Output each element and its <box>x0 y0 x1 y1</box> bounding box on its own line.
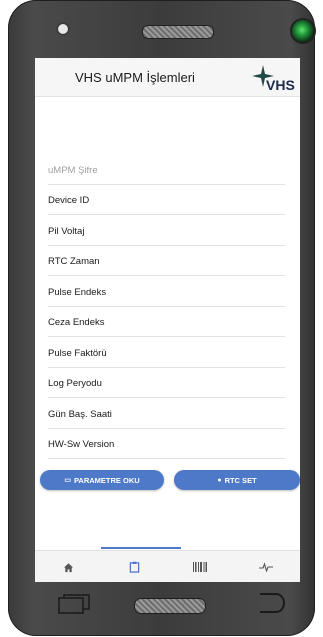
list-item-pil-voltaj: Pil Voltaj <box>48 215 285 246</box>
list-item-label: Log Peryodu <box>48 378 102 389</box>
tab-barcode[interactable] <box>167 551 233 582</box>
recent-apps-icon[interactable] <box>58 594 90 614</box>
rtc-set-button[interactable]: ● RTC SET <box>174 470 300 490</box>
back-icon[interactable] <box>258 592 286 614</box>
home-icon <box>63 562 73 572</box>
list-item-hw-sw-version: HW-Sw Version <box>48 429 285 459</box>
read-parameters-button[interactable]: ▭ PARAMETRE OKU <box>40 470 164 490</box>
parameter-list: uMPM Şifre Device ID Pil Voltaj RTC Zama… <box>48 154 285 459</box>
barcode-icon <box>193 562 207 572</box>
list-item-label: HW-Sw Version <box>48 439 115 450</box>
app-header: VHS uMPM İşlemleri VHS <box>35 58 300 97</box>
sensor-dot <box>58 24 68 34</box>
vhs-logo: VHS <box>252 65 295 93</box>
list-item-rtc-zaman: RTC Zaman <box>48 246 285 276</box>
tab-pulse[interactable] <box>233 551 299 582</box>
list-item-label: Gün Baş. Saati <box>48 408 112 420</box>
active-tab-indicator <box>101 547 181 549</box>
front-camera <box>290 18 316 44</box>
list-item-label: Pil Voltaj <box>48 225 85 237</box>
tab-home[interactable] <box>35 551 101 582</box>
earpiece-speaker <box>142 25 214 39</box>
rtc-set-label: RTC SET <box>224 475 257 485</box>
list-item-gun-bas-saati: Gün Baş. Saati <box>48 398 285 429</box>
list-item-label: Ceza Endeks <box>48 317 105 328</box>
logo-text: VHS <box>266 77 295 93</box>
password-placeholder: uMPM Şifre <box>48 164 98 176</box>
page-title: VHS uMPM İşlemleri <box>75 70 195 85</box>
list-item-label: RTC Zaman <box>48 256 100 267</box>
list-item-pulse-endeks: Pulse Endeks <box>48 276 285 307</box>
clipboard-icon <box>129 561 139 573</box>
book-icon: ▭ <box>64 477 71 484</box>
tab-parameters[interactable] <box>101 551 167 582</box>
pulse-icon <box>259 562 273 572</box>
home-button[interactable] <box>134 598 206 614</box>
read-parameters-label: PARAMETRE OKU <box>73 475 140 485</box>
password-field[interactable]: uMPM Şifre <box>48 154 285 185</box>
list-item-label: Device ID <box>48 195 90 206</box>
list-item-ceza-endeks: Ceza Endeks <box>48 307 285 337</box>
clock-icon: ● <box>217 476 222 484</box>
bottom-tab-bar <box>35 547 300 582</box>
list-item-pulse-faktoru: Pulse Faktörü <box>48 337 285 368</box>
list-item-label: Pulse Faktörü <box>48 347 107 359</box>
list-item-log-peryodu: Log Peryodu <box>48 368 285 398</box>
list-item-label: Pulse Endeks <box>48 286 107 298</box>
app-screen: VHS uMPM İşlemleri VHS uMPM Şifre Device… <box>35 58 300 582</box>
list-item-device-id: Device ID <box>48 185 285 215</box>
